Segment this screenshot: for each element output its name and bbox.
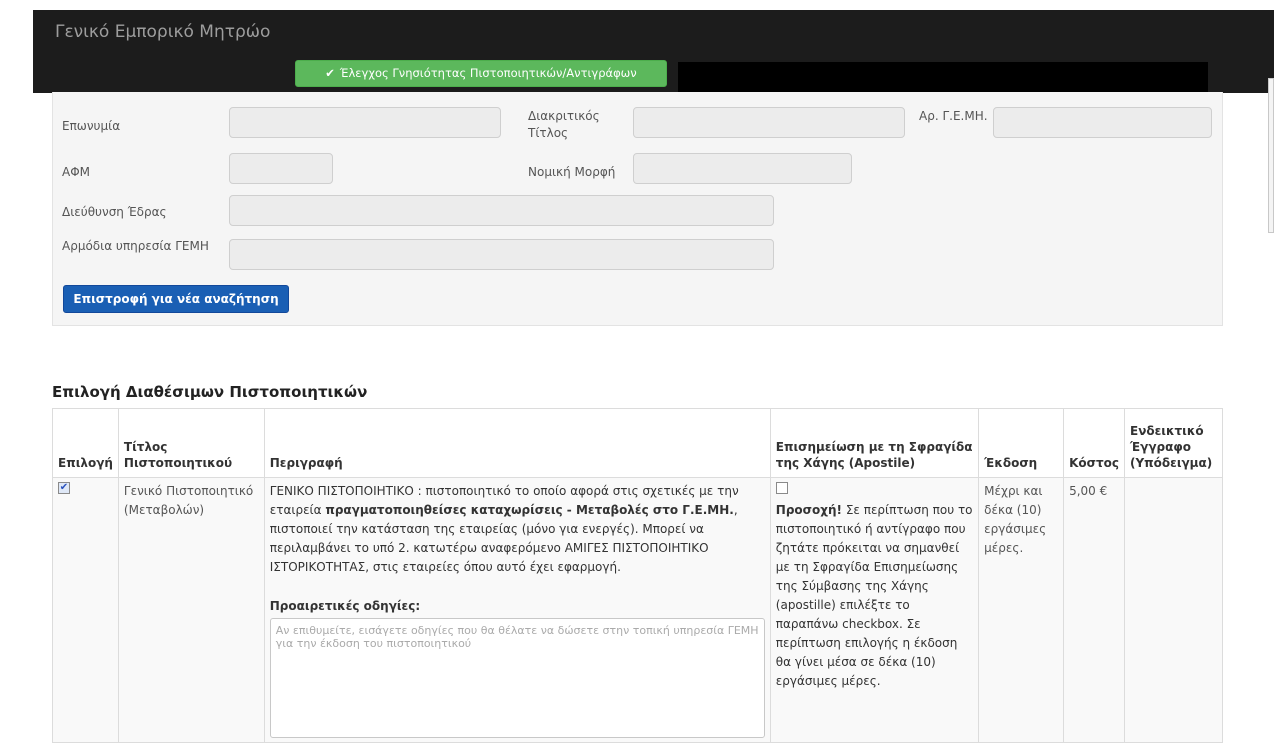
gemi-number-field	[993, 107, 1212, 138]
sample-document-cell	[1124, 477, 1223, 743]
col-select: Επιλογή	[52, 408, 119, 478]
check-square-icon: ✔	[325, 66, 335, 80]
certificates-section-title: Επιλογή Διαθέσιμων Πιστοποιητικών	[52, 383, 368, 401]
address-field	[229, 195, 774, 226]
gemi-service-field	[229, 239, 774, 270]
page-scrollbar[interactable]	[1268, 78, 1274, 233]
verify-certificates-button[interactable]: ✔ Έλεγχος Γνησιότητας Πιστοποιητικών/Αντι…	[295, 60, 667, 87]
col-description: Περιγραφή	[263, 408, 771, 478]
select-cell: ✔	[52, 477, 119, 743]
optional-instructions-input[interactable]	[269, 618, 765, 738]
company-details-panel: Επωνυμία Διακριτικός Τίτλος Αρ. Γ.Ε.ΜΗ. …	[52, 92, 1223, 326]
table-header-row: Επιλογή Τίτλος Πιστοποιητικού Περιγραφή …	[52, 408, 1223, 478]
col-title: Τίτλος Πιστοποιητικού	[117, 408, 265, 478]
distinctive-title-label: Διακριτικός Τίτλος	[528, 109, 600, 140]
optional-instructions-label: Προαιρετικές οδηγίες:	[269, 599, 421, 613]
col-sample: Ενδεικτικό Έγγραφο (Υπόδειγμα)	[1124, 408, 1223, 478]
apostille-cell: Προσοχή! Σε περίπτωση που το πιστοποιητι…	[769, 477, 980, 743]
certificate-title: Γενικό Πιστοποιητικό (Μεταβολών)	[117, 477, 265, 743]
issue-time: Μέχρι και δέκα (10) εργάσιμες μέρες.	[978, 477, 1065, 743]
new-search-button[interactable]: Επιστροφή για νέα αναζήτηση	[63, 285, 289, 313]
address-label: Διεύθυνση Έδρας	[62, 205, 167, 219]
apostille-warning: Προσοχή!	[775, 503, 843, 517]
afm-label: ΑΦΜ	[62, 165, 91, 179]
legal-form-field	[633, 153, 852, 184]
certificates-table: Επιλογή Τίτλος Πιστοποιητικού Περιγραφή …	[52, 408, 1223, 743]
gemi-service-label: Αρμόδια υπηρεσία ΓΕΜΗ	[62, 239, 209, 253]
col-issue: Έκδοση	[978, 408, 1065, 478]
verify-certificates-label: Έλεγχος Γνησιότητας Πιστοποιητικών/Αντιγ…	[339, 66, 637, 80]
col-cost: Κόστος	[1063, 408, 1125, 478]
table-row: ✔ Γενικό Πιστοποιητικό (Μεταβολών) ΓΕΝΙΚ…	[52, 477, 1223, 743]
name-field	[229, 107, 501, 138]
apostille-checkbox[interactable]	[775, 482, 788, 494]
description-bold: πραγματοποιηθείσες καταχωρίσεις - Μεταβο…	[325, 503, 734, 517]
description-cell: ΓΕΝΙΚΟ ΠΙΣΤΟΠΟΙΗΤΙΚΟ : πιστοποιητικό το …	[263, 477, 771, 743]
top-navbar: Γενικό Εμπορικό Μητρώο ✔ Έλεγχος Γνησιότη…	[33, 10, 1274, 93]
afm-field	[229, 153, 333, 184]
col-apostille: Επισημείωση με τη Σφραγίδα της Χάγης (Ap…	[769, 408, 980, 478]
distinctive-title-field	[633, 107, 905, 138]
select-checkbox[interactable]: ✔	[58, 482, 70, 494]
brand-title[interactable]: Γενικό Εμπορικό Μητρώο	[55, 22, 270, 42]
redacted-area	[678, 62, 1208, 92]
gemi-number-label: Αρ. Γ.Ε.ΜΗ.	[919, 109, 988, 123]
apostille-text: Σε περίπτωση που το πιστοποιητικό ή αντί…	[775, 503, 973, 688]
certificate-cost: 5,00 €	[1063, 477, 1125, 743]
name-label: Επωνυμία	[62, 119, 121, 133]
legal-form-label: Νομική Μορφή	[528, 165, 616, 179]
